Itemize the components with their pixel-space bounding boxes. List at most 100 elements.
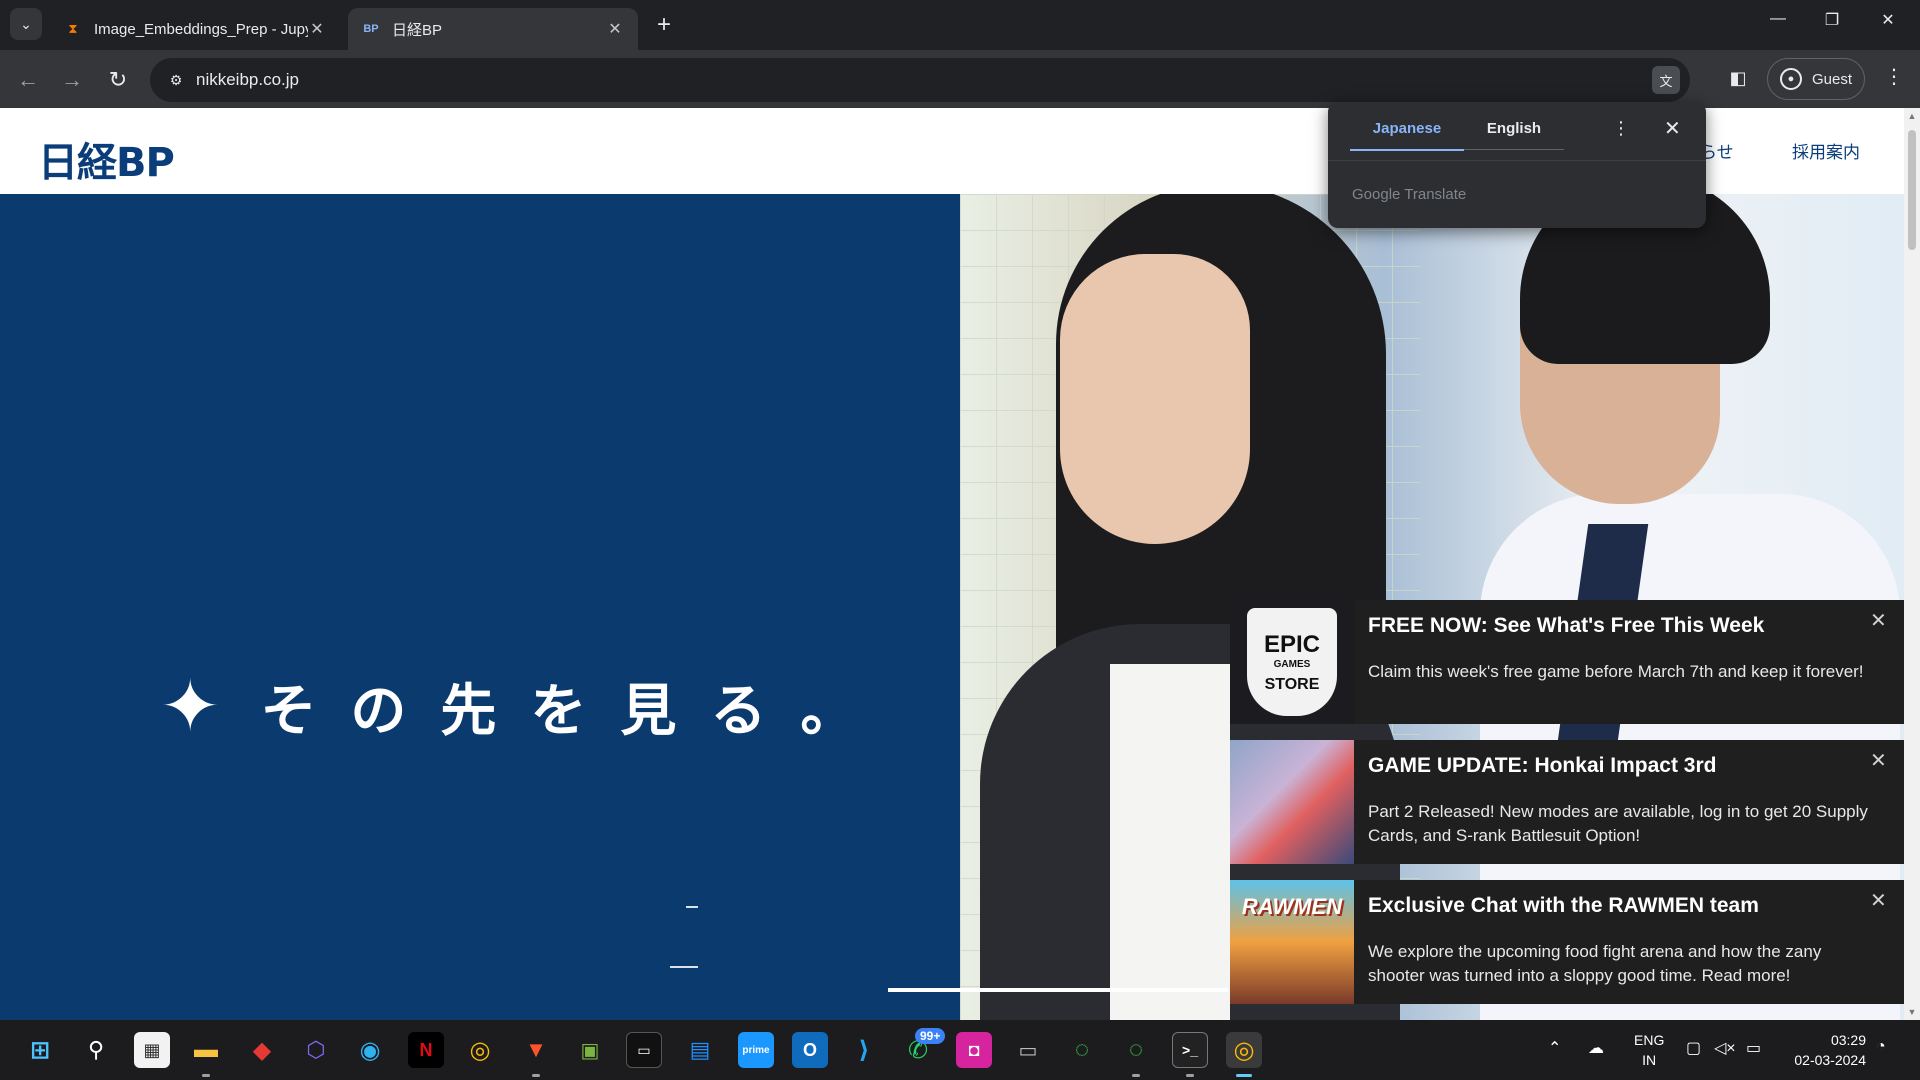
translate-popup: Japanese English ⋮ ✕ Google Translate (1328, 102, 1706, 228)
nav-item-careers[interactable]: 採用案内 (1792, 138, 1860, 163)
volume-muted-icon[interactable]: ◁× (1714, 1038, 1736, 1058)
notification-honkai[interactable]: GAME UPDATE: Honkai Impact 3rd Part 2 Re… (1230, 740, 1904, 864)
hero-tagline: ✦ その先を見る。 (160, 664, 890, 748)
site-logo[interactable]: 日経BP (38, 130, 175, 188)
running-indicator (1186, 1074, 1194, 1077)
search-icon[interactable]: ⚲ (78, 1032, 114, 1068)
active-indicator (1236, 1074, 1252, 1077)
notification-body: We explore the upcoming food fight arena… (1368, 942, 1822, 985)
language-code: ENG (1634, 1032, 1665, 1048)
profile-button[interactable]: ● Guest (1767, 58, 1865, 100)
translate-tab-japanese[interactable]: Japanese (1350, 120, 1464, 151)
powershell-icon[interactable]: >_ (1172, 1032, 1208, 1068)
instagram-icon[interactable]: ◘ (956, 1032, 992, 1068)
language-indicator[interactable]: ENG IN (1634, 1030, 1664, 1070)
slide-progress-bar (888, 988, 1228, 992)
person-icon: ● (1780, 68, 1802, 90)
notification-rawmen[interactable]: RAWMEN Exclusive Chat with the RAWMEN te… (1230, 880, 1904, 1004)
windows-taskbar: ⊞ ⚲ ▦ ▬ ◆ ⬡ ◉ N ◎ ▼ ▣ ▭ ▤ prime O ⟩ ✆ ◘ … (0, 1020, 1920, 1080)
file-explorer-icon[interactable]: ▬ (188, 1032, 224, 1068)
reload-icon[interactable]: ↻ (102, 64, 134, 96)
tab-search-button[interactable]: ⌄ (10, 8, 42, 40)
netflix-icon[interactable]: N (408, 1032, 444, 1068)
google-translate-brand: Google Translate (1352, 186, 1467, 203)
running-indicator (1132, 1074, 1140, 1077)
close-icon[interactable]: ✕ (1664, 116, 1681, 141)
tab-bar: ⌄ ⧗ Image_Embeddings_Prep - Jupy ✕ BP 日経… (0, 0, 1920, 50)
loading-ring-icon[interactable]: ◌ (1064, 1032, 1100, 1068)
chrome-icon[interactable]: ◎ (462, 1032, 498, 1068)
tab-nikkeibp[interactable]: BP 日経BP ✕ (348, 8, 638, 50)
app-window-icon[interactable]: ▭ (1010, 1032, 1046, 1068)
onedrive-icon[interactable]: ☁ (1588, 1038, 1604, 1058)
running-indicator (202, 1074, 210, 1077)
close-icon[interactable]: ✕ (1870, 888, 1887, 913)
side-panel-icon[interactable]: ◧ (1724, 64, 1752, 92)
close-icon[interactable]: ✕ (1870, 608, 1887, 633)
notification-bell-icon[interactable]: ◔ (1876, 1038, 1886, 1056)
loading-ring-icon[interactable]: ◌ (1118, 1032, 1154, 1068)
close-icon[interactable]: ✕ (606, 19, 624, 39)
vscode-icon[interactable]: ⟩ (846, 1032, 882, 1068)
woman-shirt (1110, 664, 1230, 1020)
close-icon[interactable]: ✕ (308, 19, 326, 39)
epic-logo-store: STORE (1264, 675, 1320, 693)
hourglass-icon: ⧗ (68, 21, 78, 36)
image-viewer-icon[interactable]: ▣ (572, 1032, 608, 1068)
scroll-down-icon[interactable]: ▼ (1904, 1004, 1920, 1020)
tab-title: Image_Embeddings_Prep - Jupy (94, 20, 308, 38)
brave-icon[interactable]: ▼ (518, 1032, 554, 1068)
url-text[interactable]: nikkeibp.co.jp (196, 70, 299, 90)
forward-icon[interactable]: → (56, 64, 88, 96)
date: 02-03-2024 (1794, 1052, 1866, 1068)
running-indicator (532, 1074, 540, 1077)
woman-face (1060, 254, 1250, 544)
notification-body: Claim this week's free game before March… (1368, 662, 1864, 681)
battery-icon[interactable]: ▭ (1746, 1038, 1761, 1058)
hero-tagline-text: その先を見る。 (260, 678, 891, 744)
terminal-icon[interactable]: ▭ (626, 1032, 662, 1068)
notification-title: GAME UPDATE: Honkai Impact 3rd (1368, 754, 1717, 777)
new-tab-button[interactable]: + (650, 12, 678, 40)
close-window-icon[interactable]: ✕ (1873, 10, 1903, 30)
network-icon[interactable]: ▢ (1686, 1038, 1701, 1058)
epic-games-store-logo: EPIC GAMES STORE (1230, 600, 1354, 724)
address-bar[interactable]: ⚙ nikkeibp.co.jp 文 (150, 58, 1690, 102)
clock[interactable]: 03:29 02-03-2024 (1786, 1030, 1866, 1070)
translate-tab-english[interactable]: English (1464, 120, 1564, 150)
calculator-icon[interactable]: ▤ (682, 1032, 718, 1068)
translate-options-icon[interactable]: ⋮ (1612, 118, 1630, 139)
honkai-impact-thumbnail (1230, 740, 1354, 864)
prime-video-icon[interactable]: prime (738, 1032, 774, 1068)
chrome-active-icon[interactable]: ◎ (1226, 1032, 1262, 1068)
chevron-up-icon[interactable]: ⌃ (1548, 1038, 1561, 1058)
notification-title: FREE NOW: See What's Free This Week (1368, 614, 1765, 637)
tab-jupyter[interactable]: ⧗ Image_Embeddings_Prep - Jupy ✕ (50, 8, 340, 50)
notification-body: Part 2 Released! New modes are available… (1368, 802, 1868, 845)
microsoft-store-icon[interactable]: ▦ (134, 1032, 170, 1068)
close-icon[interactable]: ✕ (1870, 748, 1887, 773)
windows-start-icon[interactable]: ⊞ (22, 1032, 58, 1068)
profile-label: Guest (1812, 70, 1853, 88)
rawmen-logo: RAWMEN (1241, 894, 1343, 919)
scroll-thumb[interactable] (1908, 130, 1916, 250)
anydesk-icon[interactable]: ◆ (244, 1032, 280, 1068)
site-info-icon[interactable]: ⚙ (156, 58, 196, 102)
browser-toolbar: ← → ↻ ⚙ nikkeibp.co.jp 文 (0, 50, 1920, 108)
copilot-icon[interactable]: ⬡ (298, 1032, 334, 1068)
kebab-menu-icon[interactable]: ⋮ (1884, 64, 1904, 92)
back-icon[interactable]: ← (12, 64, 44, 96)
page-scrollbar[interactable]: ▲ ▼ (1904, 108, 1920, 1020)
rawmen-thumbnail: RAWMEN (1230, 880, 1354, 1004)
scroll-up-icon[interactable]: ▲ (1904, 108, 1920, 124)
edge-icon[interactable]: ◉ (352, 1032, 388, 1068)
notification-title: Exclusive Chat with the RAWMEN team (1368, 894, 1759, 917)
minimize-icon[interactable]: — (1763, 10, 1793, 28)
outlook-icon[interactable]: O (792, 1032, 828, 1068)
decorative-dash (670, 966, 698, 968)
translate-icon[interactable]: 文 (1652, 66, 1680, 94)
epic-logo-subtext: GAMES (1273, 658, 1311, 670)
decorative-dash (686, 906, 698, 908)
restore-icon[interactable]: ❐ (1817, 10, 1847, 30)
notification-epic[interactable]: EPIC GAMES STORE FREE NOW: See What's Fr… (1230, 600, 1904, 724)
